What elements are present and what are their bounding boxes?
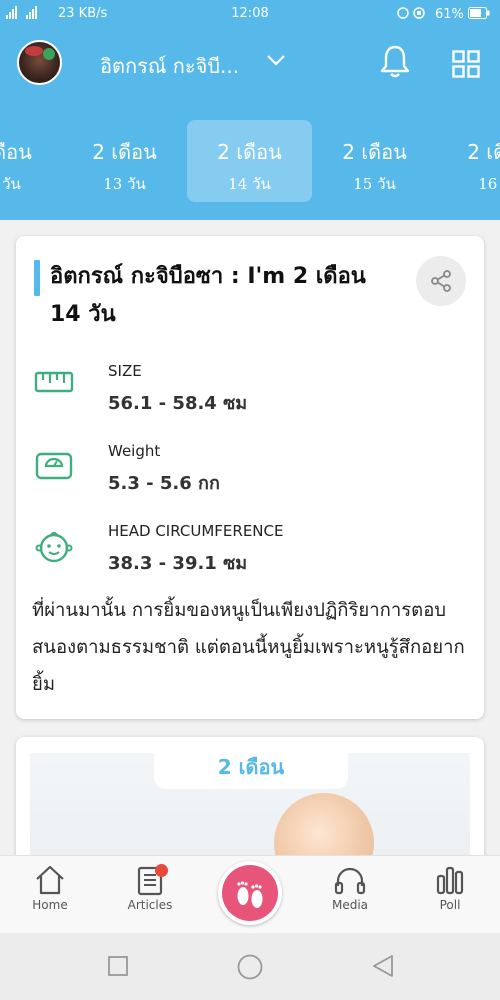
day-month: 2 เดือน xyxy=(342,140,407,164)
stat-label: HEAD CIRCUMFERENCE xyxy=(108,522,284,540)
milestone-description: ที่ผ่านมานั้น การยิ้มของหนูเป็นเพียงปฏิก… xyxy=(32,600,465,695)
growth-info-card: อิตกรณ์ กะจิบือซา : I'm 2 เดือน 14 วัน S… xyxy=(16,236,484,719)
day-month: 2 เดือน xyxy=(467,140,500,164)
app-bar: อิตกรณ์ กะจิบี... xyxy=(0,28,500,104)
scale-icon xyxy=(35,452,73,480)
day-day: 13 วัน xyxy=(103,175,146,193)
stat-weight: Weight 5.3 - 5.6 กก xyxy=(34,442,454,502)
stat-label: SIZE xyxy=(108,362,142,380)
headphones-icon xyxy=(334,867,366,895)
share-button[interactable] xyxy=(416,256,466,306)
nav-articles[interactable]: Articles xyxy=(110,864,190,912)
day-day: 14 วัน xyxy=(228,175,271,193)
status-icons xyxy=(397,7,425,19)
stat-head-circumference: HEAD CIRCUMFERENCE 38.3 - 39.1 ซม xyxy=(34,522,454,582)
stat-value: 38.3 - 39.1 ซม xyxy=(108,553,248,574)
day-month: 2 เดือน xyxy=(0,140,32,164)
nav-label: Home xyxy=(32,898,68,912)
home-circle-icon[interactable] xyxy=(237,954,263,980)
day-selector: 2 เดือน 12 วัน 2 เดือน 13 วัน 2 เดือน 14… xyxy=(0,104,500,220)
stat-value: 56.1 - 58.4 ซม xyxy=(108,393,248,414)
card-heading: อิตกรณ์ กะจิบือซา : I'm 2 เดือน 14 วัน xyxy=(50,264,366,327)
day-item[interactable]: 2 เดือน 12 วัน xyxy=(0,120,62,202)
footprints-button[interactable] xyxy=(218,861,282,925)
child-name-title[interactable]: อิตกรณ์ กะจิบี... xyxy=(100,50,239,82)
status-bar: 23 KB/s 12:08 61% xyxy=(0,0,500,28)
day-month: 2 เดือน xyxy=(92,140,157,164)
article-month-badge: 2 เดือน xyxy=(217,755,285,779)
stat-label: Weight xyxy=(108,442,161,460)
baby-face-icon xyxy=(35,531,73,563)
stat-size: SIZE 56.1 - 58.4 ซม xyxy=(34,362,454,422)
nav-media[interactable]: Media xyxy=(310,864,390,912)
notification-badge xyxy=(155,864,168,877)
day-item-selected[interactable]: 2 เดือน 14 วัน xyxy=(187,120,312,202)
back-icon[interactable] xyxy=(371,954,395,978)
grid-icon[interactable] xyxy=(452,50,480,78)
ruler-icon xyxy=(34,371,74,393)
system-navigation-bar xyxy=(0,933,500,1000)
home-icon xyxy=(36,865,64,895)
footprints-icon xyxy=(237,881,263,908)
recents-icon[interactable] xyxy=(108,956,128,976)
poll-icon xyxy=(436,866,464,895)
stat-value: 5.3 - 5.6 กก xyxy=(108,473,220,494)
nav-home[interactable]: Home xyxy=(10,864,90,912)
chevron-down-icon[interactable] xyxy=(266,53,286,67)
day-day: 12 วัน xyxy=(0,175,21,193)
nav-label: Articles xyxy=(127,898,173,912)
day-month: 2 เดือน xyxy=(217,140,282,164)
battery-status: 61% xyxy=(397,6,490,22)
share-icon xyxy=(431,270,451,292)
nav-poll[interactable]: Poll xyxy=(410,864,490,912)
day-day: 15 วัน xyxy=(353,175,396,193)
day-item[interactable]: 2 เดือน 13 วัน xyxy=(62,120,187,202)
nav-label: Poll xyxy=(439,898,461,912)
day-item[interactable]: 2 เดือน 16 วัน xyxy=(437,120,500,202)
day-day: 16 วัน xyxy=(478,175,500,193)
bell-icon[interactable] xyxy=(380,44,410,78)
child-avatar[interactable] xyxy=(17,40,62,85)
day-item[interactable]: 2 เดือน 15 วัน xyxy=(312,120,437,202)
battery-percent: 61% xyxy=(434,7,464,22)
nav-label: Media xyxy=(331,898,369,912)
heading-accent xyxy=(34,260,40,296)
battery-icon xyxy=(468,7,490,19)
